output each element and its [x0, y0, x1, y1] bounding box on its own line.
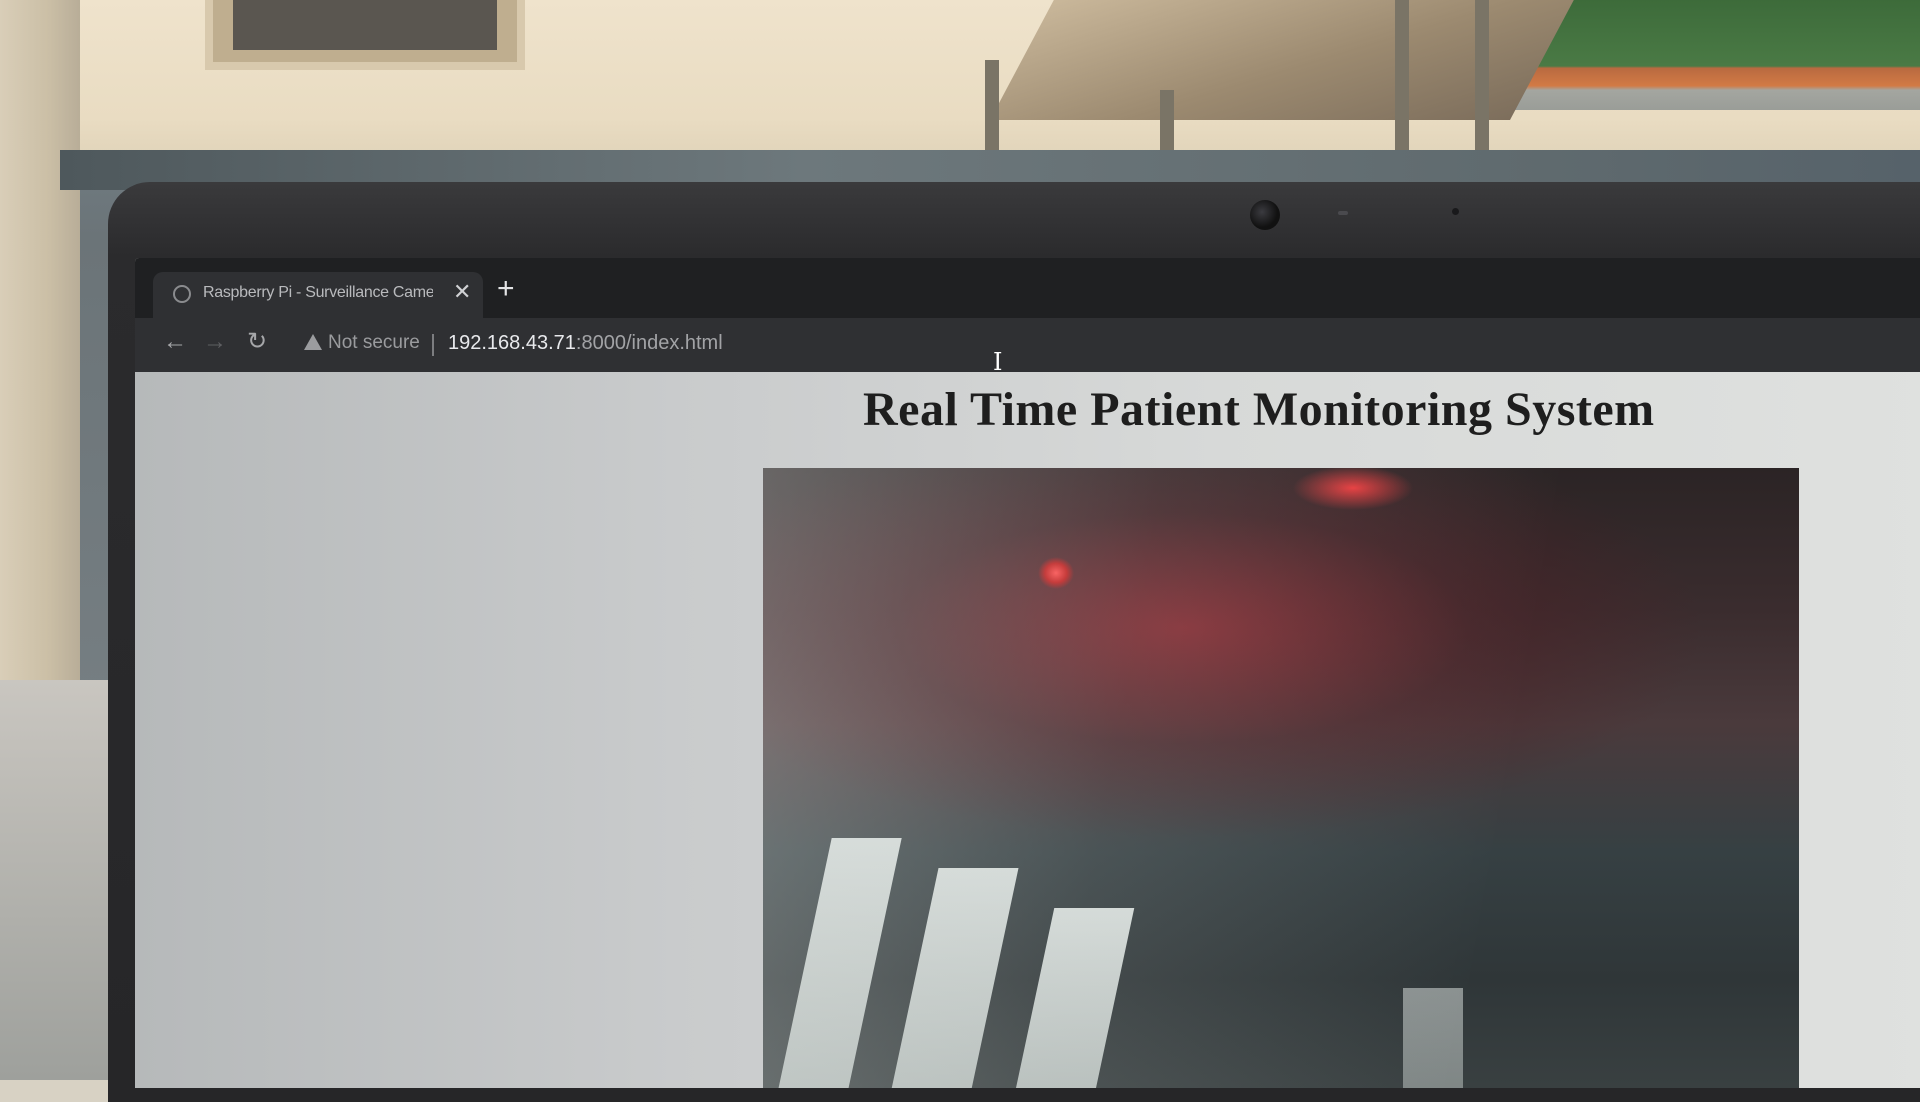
- web-page: Real Time Patient Monitoring System: [135, 372, 1920, 1088]
- warning-icon[interactable]: [304, 334, 322, 350]
- globe-icon: [173, 285, 191, 303]
- laptop-screen: Raspberry Pi - Surveillance Came ✕ + ← →…: [135, 258, 1920, 1088]
- browser-tab[interactable]: Raspberry Pi - Surveillance Came ✕: [153, 272, 483, 318]
- tab-title: Raspberry Pi - Surveillance Came: [203, 284, 433, 301]
- wall-picture: [205, 0, 525, 70]
- desk: [0, 680, 120, 1080]
- webcam-icon: [1250, 200, 1280, 230]
- url-host: 192.168.43.71: [448, 332, 576, 354]
- back-arrow-icon[interactable]: ←: [163, 330, 187, 354]
- page-title: Real Time Patient Monitoring System: [863, 383, 1655, 436]
- security-label[interactable]: Not secure: [328, 332, 420, 354]
- stream-haze: [763, 468, 1799, 1088]
- reload-icon[interactable]: ↻: [247, 330, 267, 354]
- close-icon[interactable]: ✕: [453, 281, 471, 303]
- mic-hole: [1452, 208, 1459, 215]
- url-text[interactable]: 192.168.43.71:8000/index.html: [448, 332, 723, 355]
- url-path: :8000/index.html: [575, 332, 723, 354]
- address-bar[interactable]: Not secure 192.168.43.71:8000/index.html: [290, 326, 1910, 364]
- light-sensor: [1338, 211, 1348, 215]
- table-leg: [1395, 0, 1409, 170]
- new-tab-button[interactable]: +: [497, 274, 515, 304]
- table-leg: [1475, 0, 1489, 170]
- text-cursor-icon: I: [993, 348, 1003, 376]
- forward-arrow-icon[interactable]: →: [203, 330, 227, 354]
- browser-tab-strip: Raspberry Pi - Surveillance Came ✕ +: [135, 258, 1920, 318]
- camera-stream-image: [763, 468, 1799, 1088]
- address-separator: [432, 334, 434, 356]
- browser-toolbar: ← → ↻ Not secure 192.168.43.71:8000/inde…: [135, 318, 1920, 372]
